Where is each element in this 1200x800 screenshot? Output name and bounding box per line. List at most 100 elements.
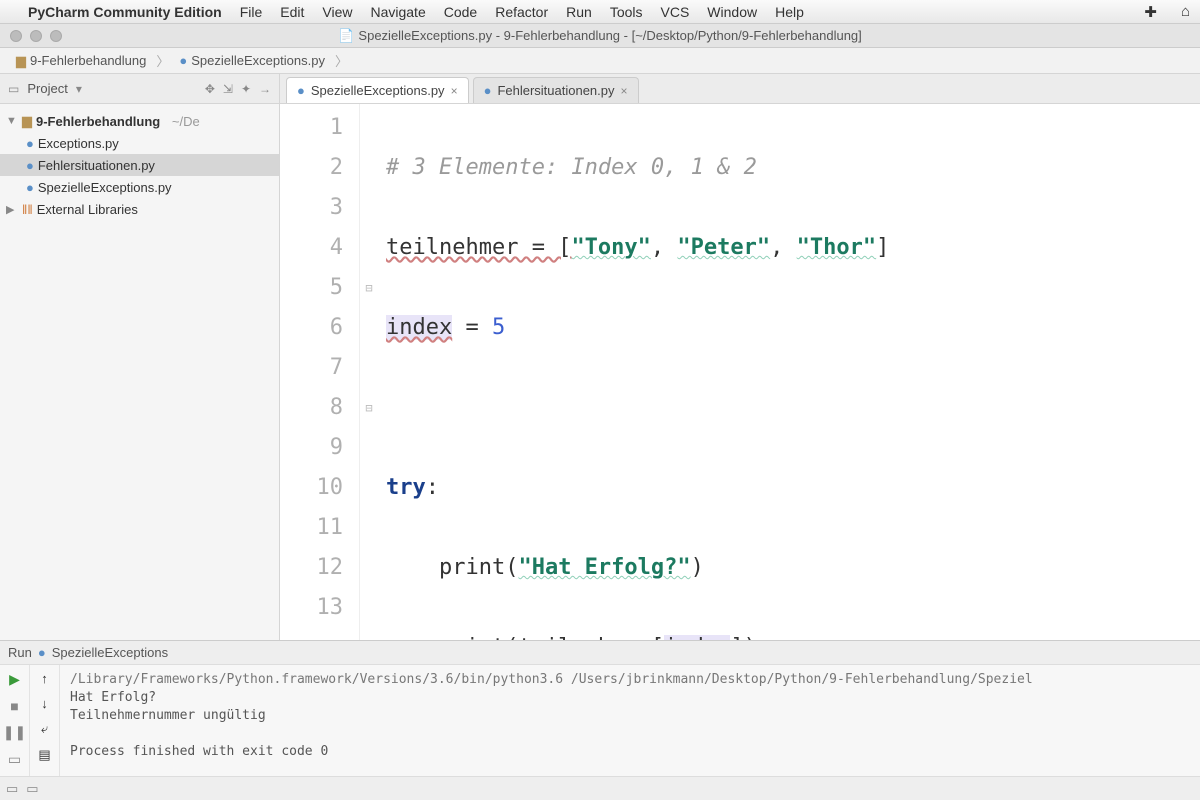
library-icon: ‖‖ [22,202,33,217]
project-tool-header[interactable]: ▭ Project ▾ ✥ ⇲ ✦ → [0,74,280,103]
line-number: 5 [280,268,343,308]
menu-help[interactable]: Help [775,4,804,20]
tab-spezielleexceptions[interactable]: ● SpezielleExceptions.py × [286,77,469,103]
menu-navigate[interactable]: Navigate [370,4,425,20]
python-file-icon: 📄 [338,28,354,44]
tab-fehlersituationen[interactable]: ● Fehlersituationen.py × [473,77,639,103]
expand-arrow-icon[interactable]: ▶ [6,203,18,216]
fold-handle-icon[interactable]: ⊟ [360,268,378,308]
close-tab-icon[interactable]: × [621,84,628,98]
breadcrumb-folder-label: 9-Fehlerbehandlung [30,53,146,68]
python-file-icon: ● [297,83,305,98]
run-header[interactable]: Run ● SpezielleExceptions [0,641,1200,665]
code-text: , [651,235,678,260]
zoom-window-icon[interactable] [50,30,62,42]
status-bar: ▭ ▭ [0,776,1200,800]
statusbar-icon[interactable]: ▭ [26,781,38,797]
code-text: ) [691,555,704,580]
line-number: 10 [280,468,343,508]
python-file-icon: ● [26,158,34,173]
softwrap-icon[interactable]: ⤶ [41,721,48,737]
project-sidebar[interactable]: ▼ ▆ 9-Fehlerbehandlung ~/De ● Exceptions… [0,104,280,640]
run-pause-icon[interactable]: ❚❚ [3,724,26,741]
tree-file-label: Fehlersituationen.py [38,158,155,173]
code-text: print(teilnehmer[ [386,635,664,640]
menu-code[interactable]: Code [444,4,477,20]
menu-tools[interactable]: Tools [610,4,643,20]
python-file-icon: ● [26,180,34,195]
collapse-icon[interactable]: ⇲ [223,82,233,96]
code-number: 5 [492,315,505,340]
project-tool-label: Project [27,81,67,96]
minimize-window-icon[interactable] [30,30,42,42]
tab-label: Fehlersituationen.py [497,83,614,98]
gear-icon[interactable]: ✦ [241,82,251,96]
line-number: 12 [280,548,343,588]
tree-file-selected[interactable]: ● Fehlersituationen.py [0,154,279,176]
close-tab-icon[interactable]: × [451,84,458,98]
menu-vcs[interactable]: VCS [661,4,690,20]
code-text: print( [386,555,518,580]
folder-icon: ▆ [22,113,32,129]
menu-view[interactable]: View [322,4,352,20]
tree-external-libraries[interactable]: ▶ ‖‖ External Libraries [0,198,279,220]
fold-handle-icon[interactable]: ⊟ [360,388,378,428]
expand-arrow-icon[interactable]: ▼ [6,115,18,127]
line-number: 7 [280,348,343,388]
code-text: = [452,315,492,340]
code-text: ] [876,235,889,260]
run-play-icon[interactable]: ▶ [9,671,20,688]
print-icon[interactable]: ▤ [38,747,50,763]
hide-icon[interactable]: → [259,82,271,96]
statusbar-icon[interactable]: ▭ [6,781,18,797]
breadcrumb-file[interactable]: ● SpezielleExceptions.py [173,51,331,70]
code-text: , [770,235,797,260]
python-file-icon: ● [179,53,187,68]
line-number: 11 [280,508,343,548]
run-close-icon[interactable]: ▭ [8,751,21,768]
tree-project-path: ~/De [172,114,200,129]
line-number: 8 [280,388,343,428]
code-text: : [426,475,439,500]
main-split: ▼ ▆ 9-Fehlerbehandlung ~/De ● Exceptions… [0,104,1200,640]
scroll-up-icon[interactable]: ↑ [41,671,48,686]
breadcrumb-file-label: SpezielleExceptions.py [191,53,325,68]
tree-file-label: SpezielleExceptions.py [38,180,172,195]
window-traffic-lights[interactable] [10,30,62,42]
run-output[interactable]: /Library/Frameworks/Python.framework/Ver… [60,665,1200,776]
code-var: index [386,315,452,340]
python-file-icon: ● [26,136,34,151]
run-output-line: Teilnehmernummer ungültig [70,708,266,723]
menu-window[interactable]: Window [707,4,757,20]
menu-edit[interactable]: Edit [280,4,304,20]
code-editor[interactable]: 1 2 3 4 5 6 7 8 9 10 11 12 13 ⊟ ⊟ # 3 El… [280,104,1200,640]
tree-file[interactable]: ● Exceptions.py [0,132,279,154]
chevron-down-icon[interactable]: ▾ [76,82,82,96]
menu-file[interactable]: File [240,4,263,20]
statusbar-icon[interactable]: ✚ [1144,3,1157,21]
code-string: "Hat Erfolg?" [518,555,690,580]
editor-tabs: ● SpezielleExceptions.py × ● Fehlersitua… [280,74,1200,103]
close-window-icon[interactable] [10,30,22,42]
menu-refactor[interactable]: Refactor [495,4,548,20]
tree-file[interactable]: ● SpezielleExceptions.py [0,176,279,198]
app-name[interactable]: PyCharm Community Edition [28,4,222,20]
code-area[interactable]: # 3 Elemente: Index 0, 1 & 2 teilnehmer … [378,104,1200,640]
statusbar-icon-2[interactable]: ⌂ [1181,3,1190,20]
target-icon[interactable]: ✥ [205,82,215,96]
code-comment: # 3 Elemente: Index 0, 1 & 2 [386,155,757,180]
run-stop-icon[interactable]: ■ [10,698,18,714]
line-number: 1 [280,108,343,148]
breadcrumb-sep: 〉 [335,51,348,70]
menu-run[interactable]: Run [566,4,592,20]
code-var: index [664,635,730,640]
fold-column: ⊟ ⊟ [360,104,378,640]
code-text: ]) [730,635,757,640]
project-tree: ▼ ▆ 9-Fehlerbehandlung ~/De ● Exceptions… [0,104,279,226]
project-view-icon: ▭ [8,82,19,96]
breadcrumb-folder[interactable]: ▆ 9-Fehlerbehandlung [10,51,152,71]
tree-project-root[interactable]: ▼ ▆ 9-Fehlerbehandlung ~/De [0,110,279,132]
python-file-icon: ● [484,83,492,98]
window-titlebar: 📄 SpezielleExceptions.py - 9-Fehlerbehan… [0,24,1200,48]
scroll-down-icon[interactable]: ↓ [41,696,48,711]
